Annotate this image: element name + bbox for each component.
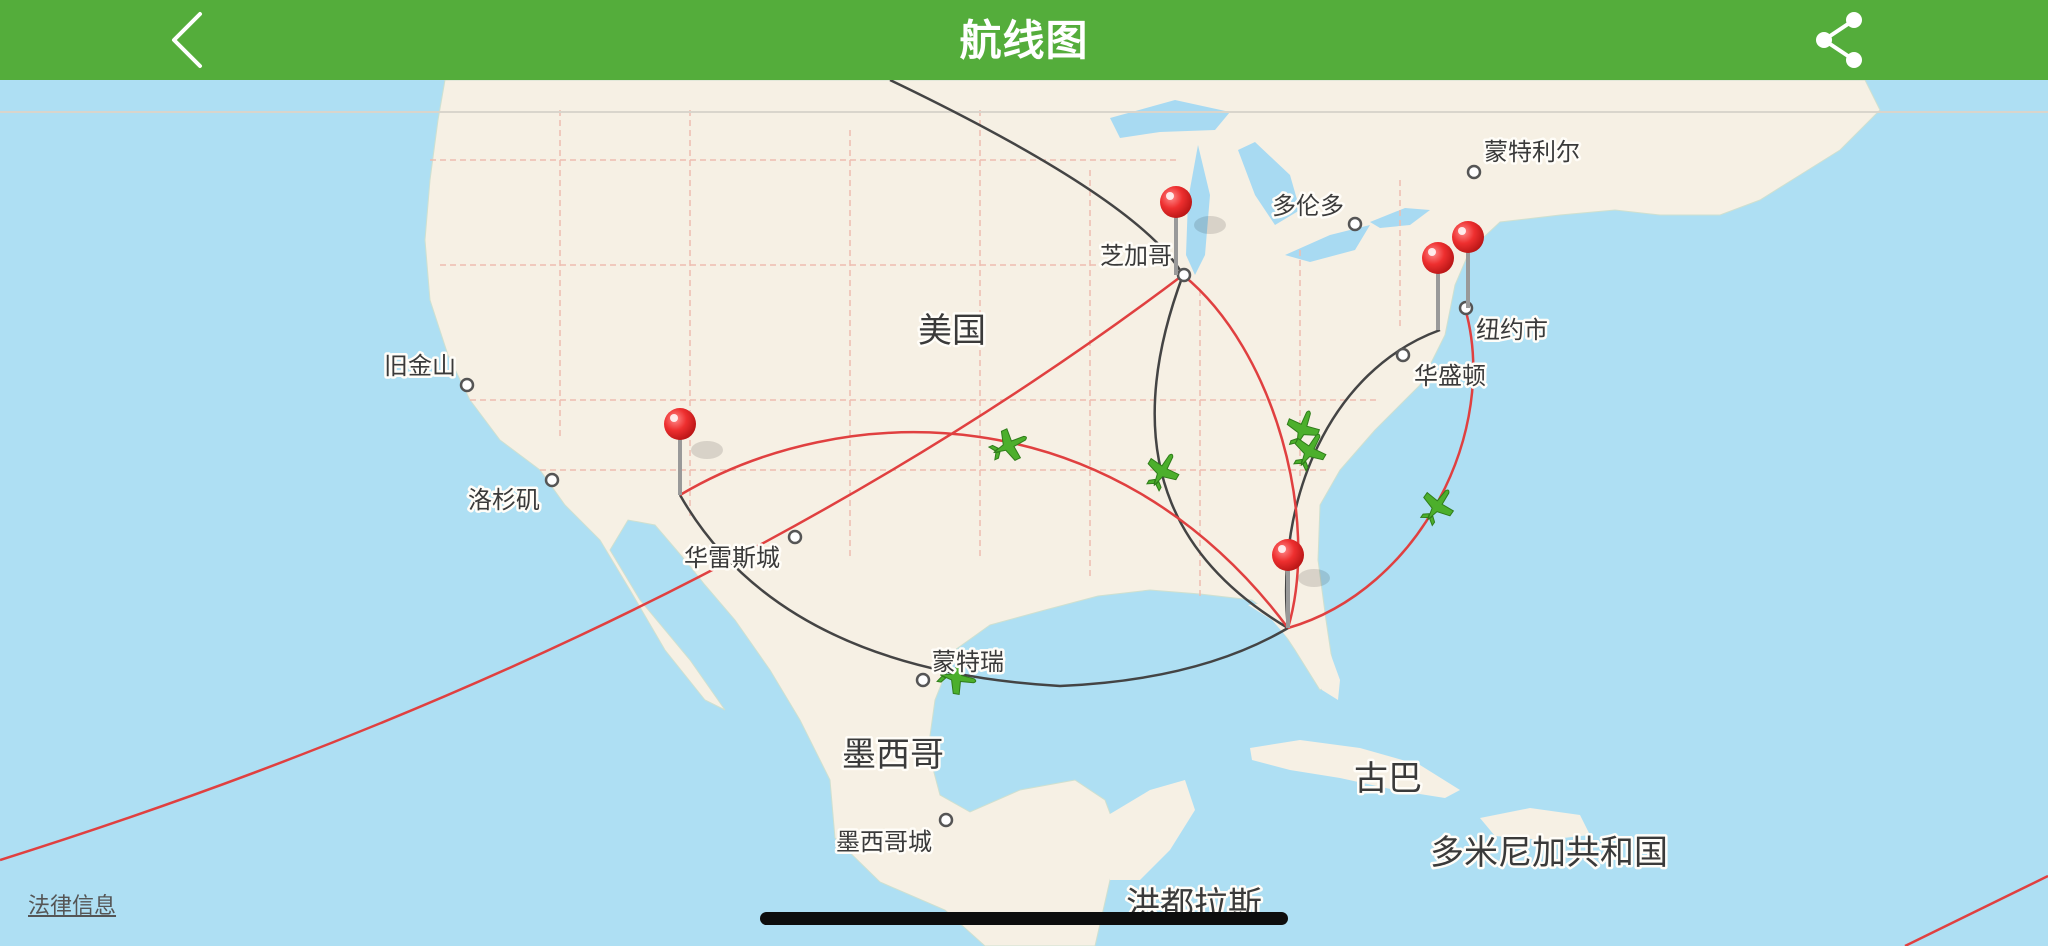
country-label: 墨西哥 bbox=[842, 735, 944, 775]
country-label: 多米尼加共和国 bbox=[1430, 833, 1668, 873]
page-title: 航线图 bbox=[959, 16, 1089, 65]
share-button[interactable] bbox=[1808, 8, 1872, 72]
city-label: 洛杉矶 bbox=[468, 486, 540, 514]
city-dot bbox=[1347, 216, 1363, 232]
city-dot bbox=[915, 672, 931, 688]
city-dot bbox=[1466, 164, 1482, 180]
country-label: 古巴 bbox=[1354, 759, 1422, 799]
legal-info-link[interactable]: 法律信息 bbox=[28, 888, 116, 920]
city-dot bbox=[1176, 267, 1192, 283]
country-label: 美国 bbox=[918, 311, 986, 351]
city-label: 华盛顿 bbox=[1414, 362, 1486, 390]
city-label: 蒙特利尔 bbox=[1484, 138, 1580, 166]
city-label: 蒙特瑞 bbox=[932, 648, 1004, 676]
city-dot bbox=[459, 377, 475, 393]
route-map[interactable]: 美国 墨西哥 古巴 多米尼加共和国 洪都拉斯 蒙特利尔 多伦多 芝加哥 纽约市 … bbox=[0, 80, 2048, 946]
city-label: 纽约市 bbox=[1476, 316, 1548, 344]
navigation-bar: 航线图 bbox=[0, 0, 2048, 80]
share-icon bbox=[1816, 12, 1862, 68]
city-label: 芝加哥 bbox=[1100, 242, 1172, 270]
city-dot bbox=[1395, 347, 1411, 363]
home-indicator[interactable] bbox=[760, 912, 1288, 925]
city-dot bbox=[787, 529, 803, 545]
city-label: 墨西哥城 bbox=[836, 828, 932, 856]
city-label: 华雷斯城 bbox=[684, 544, 780, 572]
city-dot bbox=[938, 812, 954, 828]
city-label: 多伦多 bbox=[1272, 192, 1344, 220]
city-label: 旧金山 bbox=[384, 352, 456, 380]
city-dot bbox=[544, 472, 560, 488]
